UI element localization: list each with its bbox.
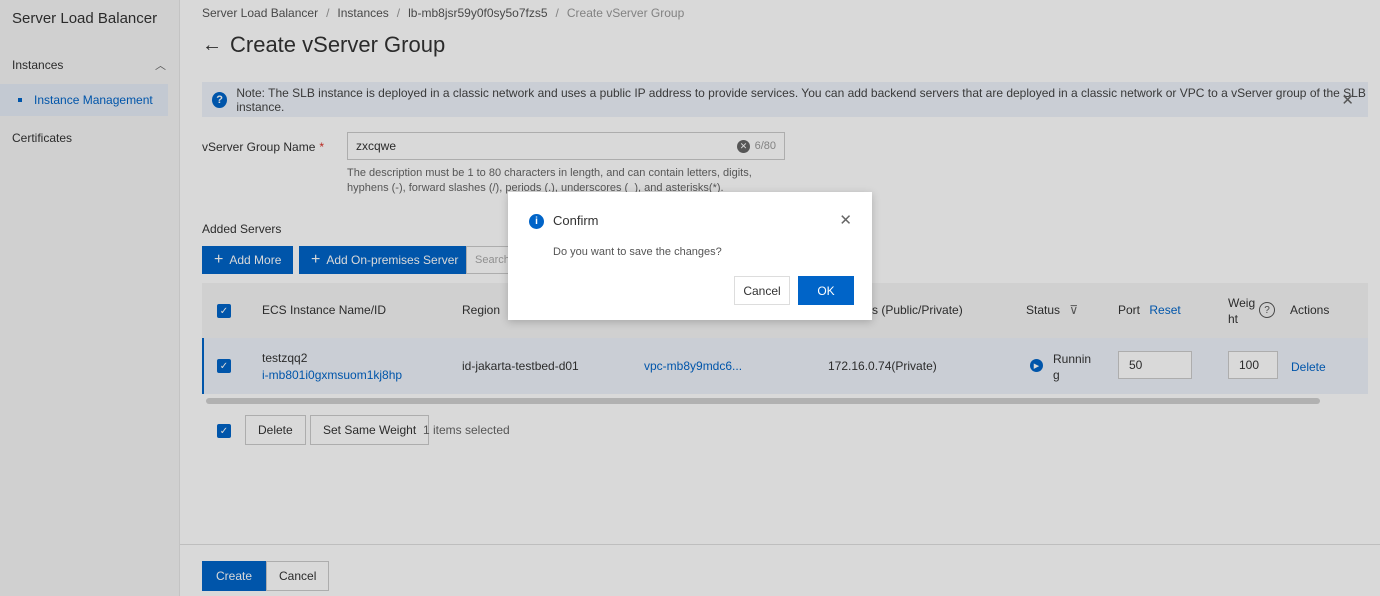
dialog-message: Do you want to save the changes? xyxy=(553,246,722,258)
dialog-ok-button[interactable]: OK xyxy=(798,276,854,305)
confirm-dialog: i Confirm ✕ Do you want to save the chan… xyxy=(508,192,872,320)
dialog-title: Confirm xyxy=(553,213,599,228)
dialog-cancel-button[interactable]: Cancel xyxy=(734,276,790,305)
close-icon[interactable]: ✕ xyxy=(839,211,852,229)
info-icon: i xyxy=(529,214,544,229)
